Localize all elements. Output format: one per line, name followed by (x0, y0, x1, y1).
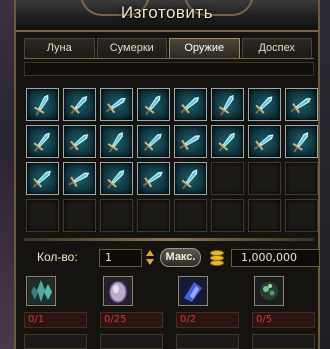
wings-icon (181, 169, 198, 190)
material-slot-crystal[interactable] (26, 276, 56, 306)
orb-staff-icon (68, 172, 90, 188)
recipe-slot[interactable] (63, 125, 96, 158)
crafting-window: Изготовить Луна Сумерки Оружие Доспех Ко… (14, 0, 320, 349)
section-divider (24, 238, 314, 241)
recipe-slot[interactable] (211, 125, 244, 158)
greatsword-icon (144, 95, 161, 116)
crystal-cluster-icon (28, 278, 54, 304)
spear-icon (33, 132, 50, 152)
egg-icon (105, 278, 131, 304)
recipe-slot[interactable] (137, 125, 170, 158)
recipe-slot[interactable] (248, 125, 281, 158)
quantity-input[interactable]: 1 (99, 249, 142, 267)
recipe-slot[interactable] (100, 88, 133, 121)
category-tabs: Луна Сумерки Оружие Доспех (24, 38, 314, 58)
halberd-icon (107, 131, 123, 153)
empty-recipe-slot (211, 199, 244, 232)
recipe-slot[interactable] (174, 88, 207, 121)
material-slot-essence[interactable] (178, 276, 208, 306)
bottom-slot (176, 334, 239, 349)
increment-arrow-icon[interactable] (146, 250, 154, 256)
blue-essence-icon (180, 278, 206, 304)
recipe-slot[interactable] (285, 88, 318, 121)
material-count-3: 0/2 (176, 312, 239, 328)
empty-recipe-slot (63, 199, 96, 232)
tab-moon[interactable]: Луна (24, 38, 95, 58)
empty-recipe-slot (100, 199, 133, 232)
fist-icon (32, 170, 51, 188)
empty-recipe-slot (248, 162, 281, 195)
staff-icon (180, 97, 200, 114)
empty-recipe-slot (285, 162, 318, 195)
max-quantity-button[interactable]: Макс. (160, 248, 201, 267)
bottom-slot (24, 334, 87, 349)
crossed-blades-icon (142, 171, 163, 188)
tab-armor[interactable]: Доспех (241, 38, 312, 58)
empty-recipe-slot (26, 199, 59, 232)
axe-icon (290, 98, 312, 114)
recipe-slot[interactable] (248, 88, 281, 121)
lance-icon (70, 95, 88, 115)
bottom-slot (252, 334, 315, 349)
recipe-slot[interactable] (137, 88, 170, 121)
bow-icon (179, 135, 201, 151)
bow-icon (69, 134, 89, 151)
recipe-slot[interactable] (211, 88, 244, 121)
title-bar[interactable]: Изготовить (16, 0, 318, 32)
recipe-slot[interactable] (285, 125, 318, 158)
empty-recipe-slot (137, 199, 170, 232)
empty-recipe-slot (174, 199, 207, 232)
recipe-slot[interactable] (174, 162, 207, 195)
crossbow-icon (218, 94, 234, 116)
empty-recipe-slot (211, 162, 244, 195)
material-count-2: 0/25 (100, 312, 163, 328)
recipe-slot[interactable] (137, 162, 170, 195)
recipe-grid (26, 88, 318, 232)
material-count-1: 0/1 (24, 312, 87, 328)
recipe-slot[interactable] (174, 125, 207, 158)
dual-blades-icon (255, 96, 273, 115)
recipe-slot[interactable] (63, 162, 96, 195)
recipe-slot[interactable] (100, 125, 133, 158)
winged-sword-icon (143, 133, 162, 151)
material-slot-egg[interactable] (103, 276, 133, 306)
recipe-slot[interactable] (26, 162, 59, 195)
material-slot-ore[interactable] (254, 276, 284, 306)
empty-recipe-slot (248, 199, 281, 232)
sword-icon (105, 97, 126, 114)
dagger-icon (218, 132, 235, 152)
tab-twilight[interactable]: Сумерки (96, 38, 167, 58)
tab-weapon[interactable]: Оружие (169, 38, 240, 58)
recipe-slot[interactable] (100, 162, 133, 195)
decrement-arrow-icon[interactable] (146, 259, 154, 265)
quantity-label: Кол-во: (37, 250, 78, 264)
claws-icon (253, 134, 274, 151)
recipe-slot[interactable] (26, 125, 59, 158)
subheader-strip (24, 62, 314, 76)
recipe-slot[interactable] (63, 88, 96, 121)
green-ore-icon (256, 278, 282, 304)
bottom-slot (100, 334, 163, 349)
shield-icon (107, 169, 125, 189)
blade-icon (292, 132, 309, 153)
gold-amount: 1,000,000 (231, 249, 320, 267)
quantity-stepper[interactable] (144, 248, 156, 268)
tab-underline (24, 58, 314, 59)
scythe-icon (33, 94, 49, 116)
empty-recipe-slot (285, 199, 318, 232)
recipe-slot[interactable] (26, 88, 59, 121)
material-count-4: 0/5 (252, 312, 315, 328)
window-title: Изготовить (120, 3, 214, 22)
gold-coins-icon (209, 248, 227, 268)
